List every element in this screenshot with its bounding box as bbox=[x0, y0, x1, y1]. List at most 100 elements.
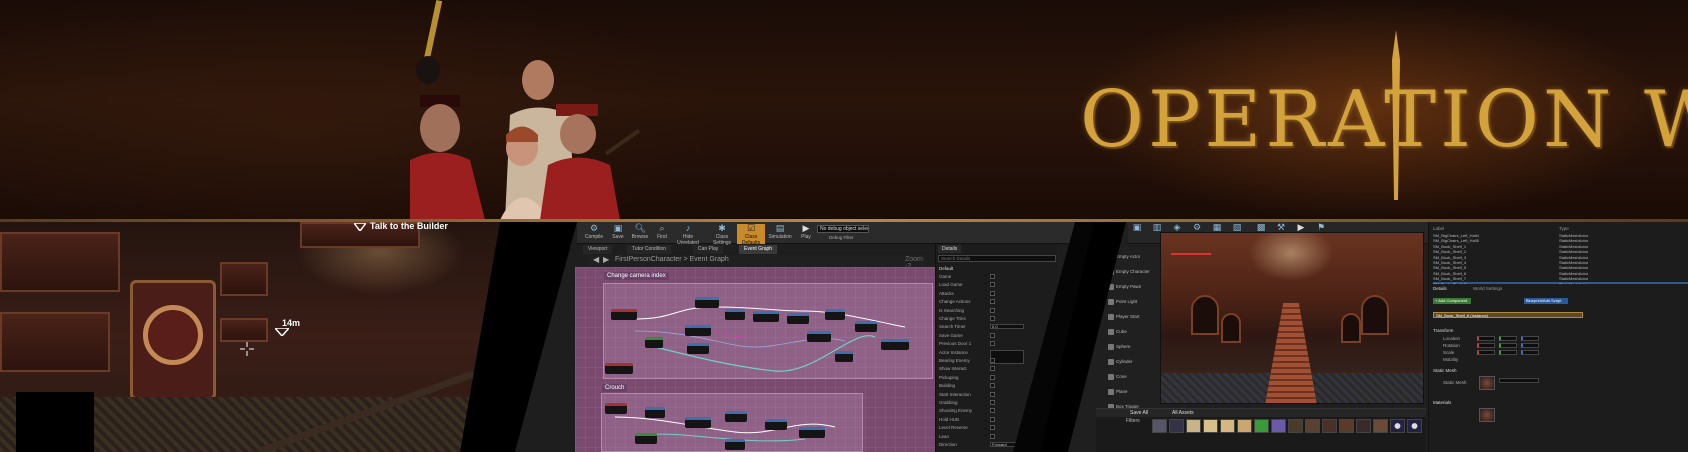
place-actor-item[interactable]: Sphere bbox=[1116, 344, 1131, 349]
outliner-row[interactable]: SM_BigChairs_Left_Hall5 StaticMeshActor bbox=[1433, 238, 1688, 243]
graph-node[interactable] bbox=[725, 411, 747, 422]
class-defaults-button[interactable]: ☑ Class Defaults bbox=[737, 224, 765, 246]
marketplace-button[interactable]: ◈ bbox=[1168, 223, 1186, 232]
place-actor-item[interactable]: Cone bbox=[1116, 374, 1127, 379]
selected-component[interactable]: SM_Book_Shelf_8 (Instance) bbox=[1433, 312, 1583, 318]
hide-unrelated-button[interactable]: ♪ Hide Unrelated bbox=[673, 224, 703, 247]
rotation-x-field[interactable] bbox=[1477, 343, 1495, 348]
graph-node[interactable] bbox=[807, 331, 831, 342]
graph-node[interactable] bbox=[685, 325, 711, 336]
graph-node[interactable] bbox=[685, 417, 711, 428]
save-all-button[interactable]: Save All bbox=[1130, 410, 1148, 416]
tab-viewport[interactable]: Viewport bbox=[583, 245, 613, 254]
asset-thumbnail[interactable] bbox=[1305, 419, 1320, 433]
all-assets-breadcrumb[interactable]: All Assets bbox=[1172, 410, 1194, 416]
details-tab[interactable]: Details bbox=[1433, 286, 1447, 291]
outliner-row[interactable]: SM_Book_Shelf_4 StaticMeshActor bbox=[1433, 260, 1688, 265]
details-property-checkbox[interactable] bbox=[990, 383, 995, 389]
find-button[interactable]: ⌕ Find bbox=[651, 224, 673, 241]
save-button[interactable]: ▣ Save bbox=[607, 224, 629, 241]
compile-button[interactable]: ⚙ Compile bbox=[583, 224, 605, 241]
graph-node[interactable] bbox=[835, 351, 853, 362]
details-property-checkbox[interactable] bbox=[990, 290, 995, 296]
asset-thumbnail[interactable] bbox=[1152, 419, 1167, 433]
static-mesh-picker[interactable] bbox=[1499, 378, 1539, 383]
graph-node[interactable] bbox=[855, 321, 877, 332]
outliner-row[interactable]: SM_Book_Shelf_6 StaticMeshActor bbox=[1433, 271, 1688, 276]
browse-button[interactable]: 🔍︎ Browse bbox=[629, 224, 651, 241]
cinematics-button[interactable]: ▧ bbox=[1228, 223, 1246, 232]
graph-node[interactable] bbox=[645, 407, 665, 418]
blueprint-script-button[interactable]: Blueprint/Add Script bbox=[1524, 298, 1568, 304]
graph-node[interactable] bbox=[765, 419, 787, 430]
event-graph-canvas[interactable]: Change camera index Crouch bbox=[575, 267, 935, 452]
details-property-checkbox[interactable] bbox=[990, 374, 995, 380]
asset-thumbnail[interactable] bbox=[1356, 419, 1371, 433]
details-property-field[interactable]: Forward bbox=[990, 442, 1024, 447]
asset-thumbnail[interactable] bbox=[1288, 419, 1303, 433]
asset-thumbnail[interactable] bbox=[1203, 419, 1218, 433]
place-actor-item[interactable]: Plane bbox=[1116, 389, 1128, 394]
scale-z-field[interactable] bbox=[1521, 350, 1539, 355]
build-button[interactable]: ▩ bbox=[1252, 223, 1270, 232]
asset-thumbnail[interactable] bbox=[1220, 419, 1235, 433]
location-x-field[interactable] bbox=[1477, 336, 1495, 341]
details-property-field[interactable]: 0.0 bbox=[990, 324, 1024, 330]
asset-thumbnail[interactable] bbox=[1390, 419, 1405, 433]
place-actor-item[interactable]: Empty Character bbox=[1116, 269, 1150, 274]
launch-button[interactable]: ⚑ bbox=[1312, 223, 1330, 232]
details-property-checkbox[interactable] bbox=[990, 366, 995, 372]
blueprints-button[interactable]: ▦ bbox=[1208, 223, 1226, 232]
graph-node[interactable] bbox=[725, 309, 745, 320]
details-property-checkbox[interactable] bbox=[990, 433, 995, 439]
graph-node[interactable] bbox=[645, 337, 663, 348]
details-property-checkbox[interactable] bbox=[990, 307, 995, 313]
details-property-checkbox[interactable] bbox=[990, 274, 995, 279]
tab-tutor-condition[interactable]: Tutor Condition bbox=[627, 245, 671, 254]
play-button[interactable]: ▶ bbox=[1292, 223, 1310, 232]
details-property-checkbox[interactable] bbox=[990, 282, 995, 288]
asset-thumbnail[interactable] bbox=[1169, 419, 1184, 433]
details-property-checkbox[interactable] bbox=[990, 425, 995, 431]
graph-node[interactable] bbox=[799, 427, 825, 438]
level-viewport[interactable] bbox=[1160, 232, 1424, 404]
details-property-checkbox[interactable] bbox=[990, 400, 995, 405]
place-actor-item[interactable]: Point Light bbox=[1116, 299, 1137, 304]
outliner-row[interactable]: SM_Book_Shelf_3 StaticMeshActor bbox=[1433, 255, 1688, 260]
asset-thumbnail[interactable] bbox=[1407, 419, 1422, 433]
details-tab[interactable]: Details bbox=[938, 245, 962, 253]
asset-thumbnail[interactable] bbox=[1254, 419, 1269, 433]
graph-node[interactable] bbox=[695, 297, 719, 308]
details-property-checkbox[interactable] bbox=[990, 408, 995, 414]
asset-thumbnail[interactable] bbox=[1339, 419, 1354, 433]
outliner-row[interactable]: SM_Book_Shelf_1 StaticMeshActor bbox=[1433, 244, 1688, 249]
asset-thumbnail[interactable] bbox=[1322, 419, 1337, 433]
tab-can-play[interactable]: Can Play bbox=[693, 245, 724, 254]
add-component-button[interactable]: + Add Component bbox=[1433, 298, 1471, 304]
graph-node[interactable] bbox=[605, 363, 633, 374]
save-current-button[interactable]: ▣ bbox=[1128, 223, 1146, 232]
selection-gizmo[interactable] bbox=[1171, 253, 1211, 255]
forward-arrow-icon[interactable]: ▶ bbox=[603, 255, 609, 264]
actor-instance-picker[interactable] bbox=[990, 349, 1024, 364]
rotation-z-field[interactable] bbox=[1521, 343, 1539, 348]
details-property-checkbox[interactable] bbox=[990, 391, 995, 397]
graph-node[interactable] bbox=[605, 403, 627, 414]
details-property-checkbox[interactable] bbox=[990, 299, 995, 305]
rotation-y-field[interactable] bbox=[1499, 343, 1517, 348]
graph-node[interactable] bbox=[635, 433, 657, 444]
details-property-checkbox[interactable] bbox=[990, 341, 995, 347]
class-settings-button[interactable]: ✱ Class Settings bbox=[707, 224, 737, 247]
location-y-field[interactable] bbox=[1499, 336, 1517, 341]
outliner-row[interactable]: SM_Book_Shelf_7 StaticMeshActor bbox=[1433, 276, 1688, 281]
place-actor-item[interactable]: Cylinder bbox=[1116, 359, 1133, 364]
graph-node[interactable] bbox=[611, 309, 637, 320]
outliner-row[interactable]: SM_Book_Shelf_2 StaticMeshActor bbox=[1433, 249, 1688, 254]
graph-node[interactable] bbox=[687, 343, 709, 354]
place-actor-item[interactable]: Player Start bbox=[1116, 314, 1140, 319]
material-thumbnail[interactable] bbox=[1479, 408, 1495, 422]
settings-button[interactable]: ⚙ bbox=[1188, 223, 1206, 232]
graph-node[interactable] bbox=[825, 309, 845, 320]
details-search-input[interactable]: Search Details bbox=[938, 255, 1056, 262]
outliner-label-header[interactable]: Label bbox=[1433, 226, 1444, 231]
